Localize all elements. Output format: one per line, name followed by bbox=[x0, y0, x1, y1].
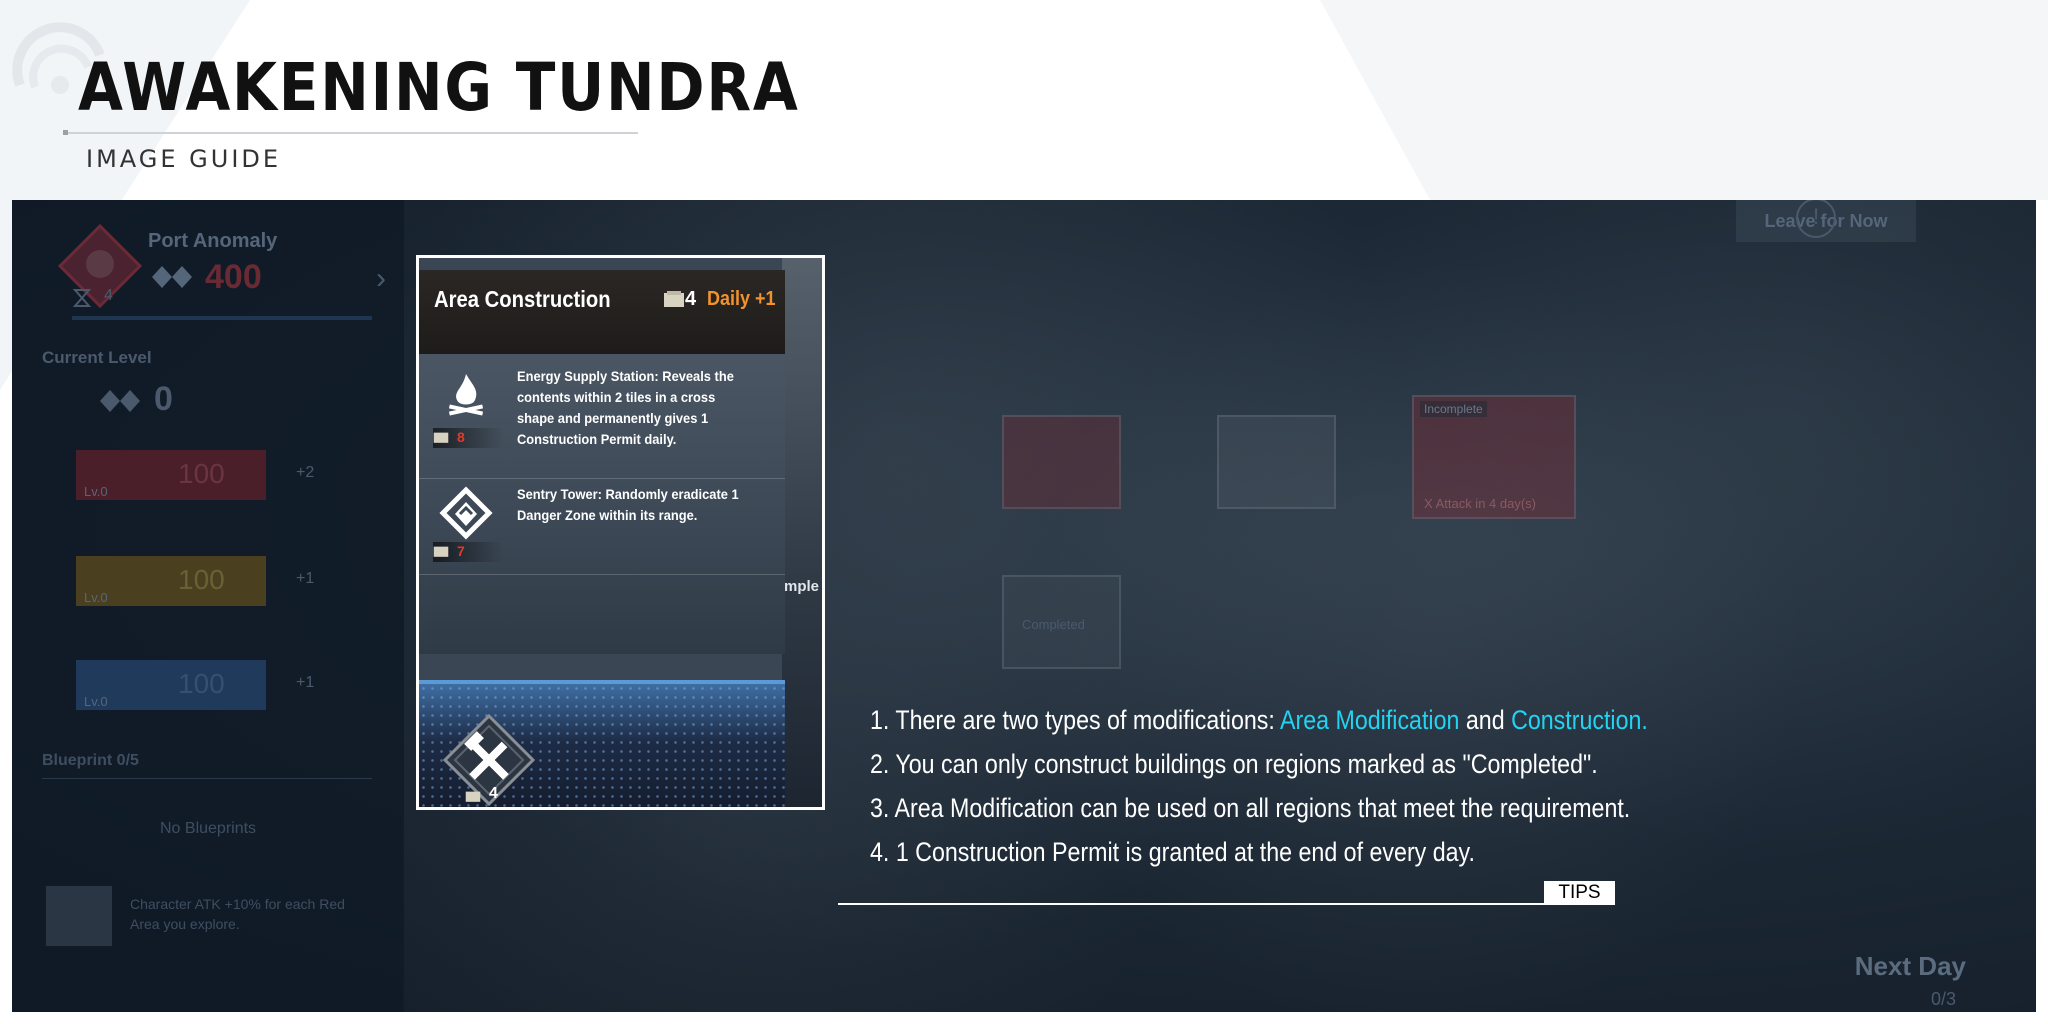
title-divider bbox=[64, 132, 638, 134]
sentry-tower-icon bbox=[439, 486, 493, 540]
map-tile[interactable]: Completed bbox=[1002, 575, 1121, 669]
skull-emblem-icon bbox=[57, 223, 143, 309]
tips-text: 1. There are two types of modifications:… bbox=[870, 698, 1648, 874]
stat-delta: +2 bbox=[296, 464, 315, 481]
construction-option-energy[interactable]: 8 Energy Supply Station: Reveals the con… bbox=[419, 366, 785, 474]
current-level-value: 0 bbox=[154, 380, 173, 418]
level-diamond-icon bbox=[100, 390, 140, 412]
blueprint-label: Blueprint 0/5 bbox=[42, 752, 139, 769]
stat-lv: Lv.0 bbox=[84, 484, 108, 499]
footer-permit-count: 4 bbox=[489, 785, 498, 802]
tip-1-highlight-area-modification: Area Modification bbox=[1280, 705, 1460, 735]
card-title: Area Construction bbox=[434, 286, 611, 312]
permit-icon bbox=[664, 291, 684, 307]
chevron-right-icon[interactable]: › bbox=[376, 262, 386, 296]
gun-icon bbox=[46, 886, 112, 946]
map-tile-anomaly[interactable]: Incomplete X Attack in 4 day(s) bbox=[1412, 395, 1576, 519]
stat-delta: +1 bbox=[296, 570, 315, 587]
tip-1-prefix: 1. There are two types of modifications: bbox=[870, 705, 1281, 735]
tips-tag: TIPS bbox=[1544, 881, 1615, 905]
item-cost: 8 bbox=[457, 429, 465, 445]
permit-icon bbox=[433, 546, 449, 557]
stat-delta: +1 bbox=[296, 674, 315, 691]
current-level-label: Current Level bbox=[42, 348, 152, 367]
left-panel: Port Anomaly 400 4 › Current Level 0 Lv.… bbox=[12, 200, 404, 1012]
game-screenshot: Port Anomaly 400 4 › Current Level 0 Lv.… bbox=[12, 200, 2036, 1012]
next-day-button[interactable]: Next Day bbox=[1855, 951, 1966, 982]
divider bbox=[42, 778, 372, 779]
tip-line-4: 4. 1 Construction Permit is granted at t… bbox=[870, 837, 1475, 867]
header-bg-shape-right bbox=[1320, 0, 2048, 200]
anomaly-value: 400 bbox=[205, 258, 262, 296]
daily-bonus: Daily +1 bbox=[707, 288, 776, 310]
permit-count: 4 bbox=[685, 288, 697, 310]
stat-lv: Lv.0 bbox=[84, 590, 108, 605]
campfire-icon bbox=[448, 374, 484, 416]
side-label: mple bbox=[784, 578, 820, 595]
stat-value: 100 bbox=[178, 564, 225, 595]
anomaly-progress bbox=[72, 316, 372, 320]
permit-icon bbox=[433, 432, 449, 443]
tip-line-2: 2. You can only construct buildings on r… bbox=[870, 749, 1598, 779]
stat-value: 100 bbox=[178, 458, 225, 489]
construction-option-sentry[interactable]: 7 Sentry Tower: Randomly eradicate 1 Dan… bbox=[419, 484, 785, 570]
character-bonus-text: Character ATK +10% for each Red Area you… bbox=[130, 896, 345, 932]
stat-lv: Lv.0 bbox=[84, 694, 108, 709]
completed-label: Completed bbox=[1022, 617, 1085, 632]
divider bbox=[419, 478, 785, 479]
tip-line-1: 1. There are two types of modifications:… bbox=[870, 698, 1648, 742]
hourglass-icon bbox=[72, 289, 92, 307]
no-blueprints-text: No Blueprints bbox=[160, 820, 257, 837]
page-subtitle: IMAGE GUIDE bbox=[86, 145, 282, 173]
tips-connector-line bbox=[838, 903, 1544, 905]
incomplete-label: Incomplete bbox=[1420, 401, 1487, 417]
map-tile[interactable] bbox=[1002, 415, 1121, 509]
map-tile[interactable] bbox=[1217, 415, 1336, 509]
tip-line-3: 3. Area Modification can be used on all … bbox=[870, 793, 1631, 823]
title-divider-dot bbox=[63, 130, 68, 135]
item-description: Sentry Tower: Randomly eradicate 1 Dange… bbox=[517, 486, 739, 523]
divider bbox=[419, 574, 785, 575]
tip-1-highlight-construction: Construction. bbox=[1511, 705, 1648, 735]
anomaly-title: Port Anomaly bbox=[148, 230, 278, 252]
page-title: AWAKENING TUNDRA bbox=[78, 49, 800, 126]
area-construction-card: mple Area Construction 4 Daily +1 8 Ener… bbox=[416, 255, 825, 810]
next-day-count: 0/3 bbox=[1930, 989, 1956, 1009]
diamond-icon bbox=[152, 266, 192, 288]
stat-value: 100 bbox=[178, 668, 225, 699]
tip-1-mid: and bbox=[1459, 705, 1512, 735]
item-cost: 7 bbox=[457, 543, 465, 559]
attack-label: X Attack in 4 day(s) bbox=[1424, 496, 1536, 511]
timer-value: 4 bbox=[104, 287, 113, 304]
item-description: Energy Supply Station: Reveals the conte… bbox=[517, 368, 734, 447]
card-side-map: mple bbox=[782, 258, 822, 807]
permit-icon bbox=[465, 791, 481, 802]
